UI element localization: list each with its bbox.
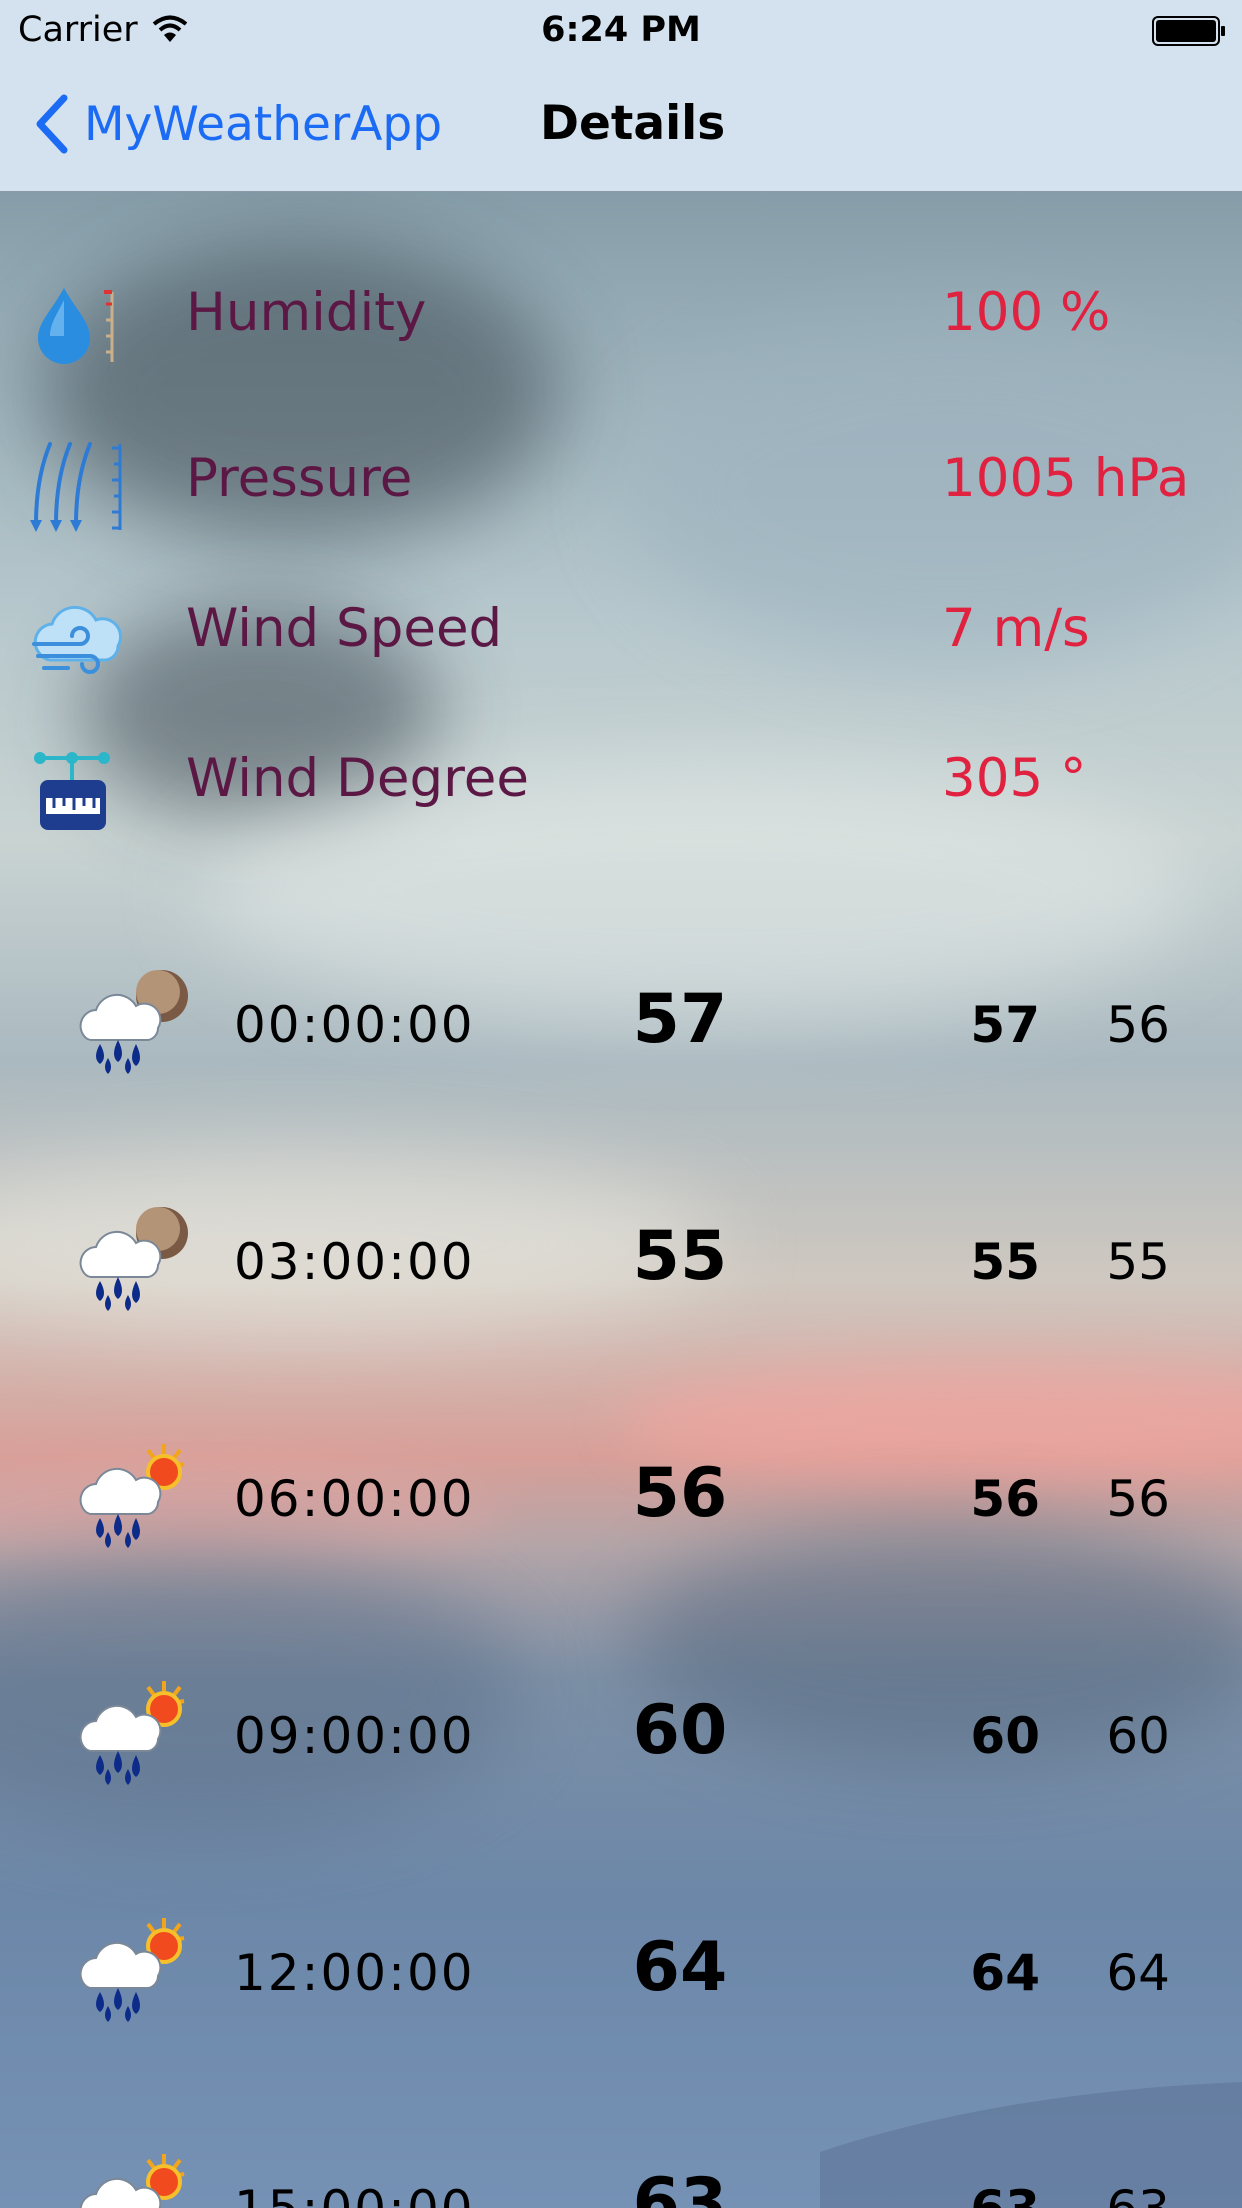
- forecast-row[interactable]: 15:00:00 63 63 63: [0, 2152, 1242, 2208]
- forecast-row[interactable]: 09:00:00 60 60 60: [0, 1679, 1242, 1879]
- back-button[interactable]: MyWeatherApp: [34, 94, 442, 154]
- chevron-left-icon: [36, 94, 68, 154]
- forecast-time: 03:00:00: [234, 1233, 475, 1291]
- forecast-min: 56: [1106, 1470, 1170, 1528]
- detail-row-pressure: Pressure 1005 hPa: [0, 430, 1242, 540]
- forecast-max: 63: [940, 2180, 1040, 2208]
- forecast-row[interactable]: 00:00:00 57 57 56: [0, 968, 1242, 1168]
- detail-value: 100 %: [942, 282, 1111, 343]
- page-title: Details: [540, 96, 726, 151]
- forecast-time: 15:00:00: [234, 2180, 475, 2208]
- detail-value: 7 m/s: [942, 598, 1090, 659]
- navigation-bar: MyWeatherApp Details: [0, 60, 1242, 191]
- forecast-time: 06:00:00: [234, 1470, 475, 1528]
- forecast-max: 60: [970, 1707, 1040, 1765]
- rain-sun-icon: [79, 1681, 185, 1785]
- forecast-temp: 60: [632, 1691, 728, 1770]
- detail-label: Wind Degree: [186, 748, 529, 809]
- detail-label: Humidity: [186, 282, 427, 343]
- forecast-row[interactable]: 12:00:00 64 64 64: [0, 1916, 1242, 2116]
- detail-row-wind-degree: Wind Degree 305 °: [0, 732, 1242, 842]
- forecast-temp: 55: [632, 1217, 728, 1296]
- back-button-label: MyWeatherApp: [84, 96, 443, 152]
- forecast-temp: 57: [632, 980, 728, 1059]
- forecast-temp: 64: [632, 1928, 728, 2007]
- status-bar: Carrier 6:24 PM: [0, 0, 1242, 60]
- battery-icon: [1152, 16, 1225, 46]
- forecast-row[interactable]: 03:00:00 55 55 55: [0, 1205, 1242, 1405]
- forecast-row[interactable]: 06:00:00 56 56 56: [0, 1442, 1242, 1642]
- rain-sun-icon: [79, 2154, 185, 2208]
- detail-label: Pressure: [186, 448, 413, 509]
- detail-value: 1005 hPa: [942, 448, 1190, 509]
- detail-row-wind-speed: Wind Speed 7 m/s: [0, 582, 1242, 692]
- detail-value: 305 °: [942, 748, 1087, 809]
- humidity-icon: [38, 288, 114, 364]
- forecast-temp: 56: [632, 1454, 728, 1533]
- pressure-icon: [30, 442, 122, 532]
- status-time: 6:24 PM: [541, 10, 701, 50]
- forecast-time: 09:00:00: [234, 1707, 475, 1765]
- rain-sun-icon: [79, 1918, 185, 2022]
- forecast-max: 57: [970, 996, 1040, 1054]
- forecast-min: 63: [1070, 2180, 1170, 2208]
- detail-label: Wind Speed: [186, 598, 503, 659]
- rain-night-icon: [79, 1207, 188, 1311]
- forecast-min: 60: [1106, 1707, 1170, 1765]
- forecast-max: 64: [970, 1944, 1040, 2002]
- rain-night-icon: [79, 970, 188, 1074]
- forecast-min: 55: [1106, 1233, 1170, 1291]
- forecast-min: 56: [1106, 996, 1170, 1054]
- top-bar: Carrier 6:24 PM MyWeatherApp Details: [0, 0, 1242, 192]
- detail-row-humidity: Humidity 100 %: [0, 262, 1242, 372]
- forecast-time: 12:00:00: [234, 1944, 475, 2002]
- wind-speed-icon: [32, 605, 123, 674]
- forecast-min: 64: [1106, 1944, 1170, 2002]
- wind-degree-icon: [34, 752, 110, 830]
- forecast-max: 55: [970, 1233, 1040, 1291]
- rain-sun-icon: [79, 1444, 185, 1548]
- forecast-temp: 63: [632, 2164, 728, 2208]
- forecast-max: 56: [970, 1470, 1040, 1528]
- forecast-time: 00:00:00: [234, 996, 475, 1054]
